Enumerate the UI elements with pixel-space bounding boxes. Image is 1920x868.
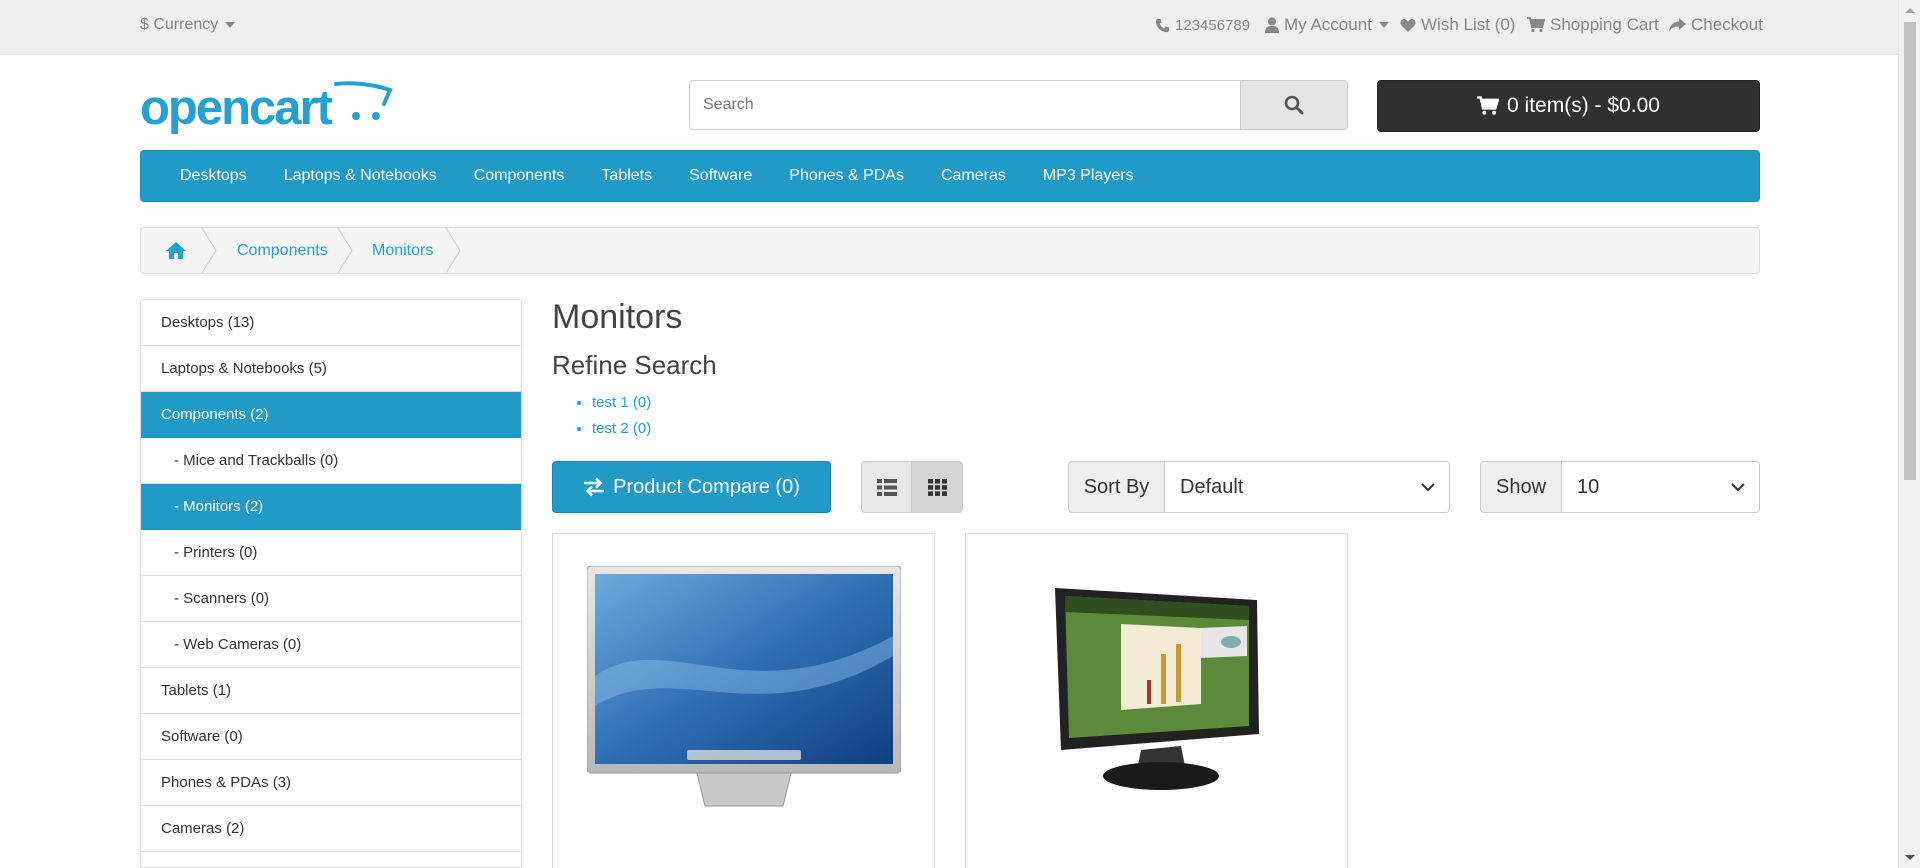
refine-search-title: Refine Search <box>552 350 717 380</box>
sidebar-item-monitors[interactable]: - Monitors (2) <box>141 484 521 530</box>
sidebar-item-laptops-notebooks[interactable]: Laptops & Notebooks (5) <box>141 346 521 392</box>
phone-number: 123456789 <box>1175 16 1251 34</box>
nav-item-laptops-notebooks[interactable]: Laptops & Notebooks <box>284 167 437 185</box>
refine-item: test 1 (0) <box>592 393 651 419</box>
refine-search-list: test 1 (0) test 2 (0) <box>592 393 651 445</box>
category-sidebar: Desktops (13) Laptops & Notebooks (5) Co… <box>140 299 522 868</box>
phone-icon <box>1155 18 1170 32</box>
sidebar-item-phones-pdas[interactable]: Phones & PDAs (3) <box>141 760 521 806</box>
shopping-cart-link[interactable]: Shopping Cart <box>1527 14 1659 36</box>
sort-by-select[interactable]: Default <box>1165 461 1450 513</box>
logo-cart-icon <box>334 81 393 120</box>
currency-dropdown[interactable]: $ Currency <box>140 14 236 36</box>
nav-item-tablets[interactable]: Tablets <box>601 167 652 185</box>
sidebar-item-scanners[interactable]: - Scanners (0) <box>141 576 521 622</box>
scroll-up-arrow-icon[interactable] <box>1905 8 1915 13</box>
sidebar-item-printers[interactable]: - Printers (0) <box>141 530 521 576</box>
search-input[interactable] <box>689 80 1240 130</box>
wish-list-link[interactable]: Wish List (0) <box>1400 14 1515 36</box>
product-compare-button[interactable]: Product Compare (0) <box>552 461 831 513</box>
my-account-label: My Account <box>1284 15 1372 34</box>
view-toggle <box>861 461 964 513</box>
nav-item-cameras[interactable]: Cameras <box>941 167 1006 185</box>
main-nav: Desktops Laptops & Notebooks Components … <box>140 150 1760 202</box>
top-bar: $ Currency 123456789 My Account Wish Lis… <box>0 0 1898 55</box>
exchange-icon <box>584 477 605 497</box>
sidebar-item-tablets[interactable]: Tablets (1) <box>141 668 521 714</box>
shopping-cart-label: Shopping Cart <box>1550 15 1659 34</box>
nav-item-desktops[interactable]: Desktops <box>180 167 247 185</box>
sidebar-item-software[interactable]: Software (0) <box>141 714 521 760</box>
sidebar-item-mice-trackballs[interactable]: - Mice and Trackballs (0) <box>141 438 521 484</box>
search-bar <box>689 80 1348 130</box>
currency-label: $ Currency <box>140 16 219 33</box>
sidebar-item-components[interactable]: Components (2) <box>141 392 521 438</box>
sort-by-label: Sort By <box>1068 461 1165 513</box>
breadcrumb-separator <box>337 228 353 273</box>
chevron-down-icon <box>1731 482 1745 491</box>
search-icon <box>1284 95 1304 115</box>
sidebar-item-desktops[interactable]: Desktops (13) <box>141 300 521 346</box>
checkout-label: Checkout <box>1691 15 1763 34</box>
cart-button[interactable]: 0 item(s) - $0.00 <box>1377 80 1760 132</box>
list-view-button[interactable] <box>861 461 912 513</box>
show-limit-value: 10 <box>1577 475 1600 498</box>
breadcrumb-components[interactable]: Components <box>237 228 328 273</box>
show-limit-group: Show 10 <box>1480 461 1760 513</box>
nav-item-software[interactable]: Software <box>689 167 752 185</box>
refine-item: test 2 (0) <box>592 419 651 445</box>
breadcrumb-separator <box>445 228 461 273</box>
breadcrumb: Components Monitors <box>140 227 1760 274</box>
user-icon <box>1265 17 1279 33</box>
product-compare-label: Product Compare (0) <box>613 475 800 498</box>
scrollbar[interactable] <box>1898 0 1920 868</box>
caret-down-icon <box>225 22 236 28</box>
sort-by-group: Sort By Default <box>1068 461 1450 513</box>
opencart-logo[interactable]: opencart <box>140 76 393 136</box>
show-limit-select[interactable]: 10 <box>1562 461 1760 513</box>
logo-text: opencart <box>140 81 333 135</box>
page-title: Monitors <box>552 298 683 336</box>
scroll-down-arrow-icon[interactable] <box>1905 855 1915 860</box>
heart-icon <box>1400 18 1416 32</box>
nav-item-components[interactable]: Components <box>474 167 565 185</box>
phone-link[interactable]: 123456789 <box>1155 14 1250 36</box>
product-card <box>965 533 1348 868</box>
checkout-link[interactable]: Checkout <box>1669 14 1763 36</box>
wish-list-label: Wish List (0) <box>1421 15 1516 34</box>
breadcrumb-home[interactable] <box>165 228 187 273</box>
shopping-cart-icon <box>1477 96 1500 115</box>
cart-button-label: 0 item(s) - $0.00 <box>1507 94 1660 117</box>
grid-icon <box>927 478 947 496</box>
share-icon <box>1669 17 1686 32</box>
refine-link-test-1[interactable]: test 1 (0) <box>592 394 651 411</box>
show-label: Show <box>1480 461 1562 513</box>
scroll-thumb[interactable] <box>1904 22 1916 480</box>
chevron-down-icon <box>1421 482 1435 491</box>
product-card <box>552 533 935 868</box>
list-icon <box>876 478 897 496</box>
nav-item-phones-pdas[interactable]: Phones & PDAs <box>789 167 904 185</box>
breadcrumb-monitors[interactable]: Monitors <box>372 228 433 273</box>
my-account-dropdown[interactable]: My Account <box>1265 14 1389 36</box>
breadcrumb-separator <box>201 228 217 273</box>
product-image-apple-cinema-display[interactable] <box>587 566 901 812</box>
sort-by-value: Default <box>1180 475 1244 498</box>
home-icon <box>166 242 186 259</box>
sidebar-item-cameras[interactable]: Cameras (2) <box>141 806 521 852</box>
grid-view-button[interactable] <box>912 461 963 513</box>
product-image-samsung-syncmaster[interactable] <box>1051 584 1266 794</box>
caret-down-icon <box>1378 22 1389 28</box>
sidebar-item-web-cameras[interactable]: - Web Cameras (0) <box>141 622 521 668</box>
search-button[interactable] <box>1240 80 1348 130</box>
shopping-cart-icon <box>1527 17 1545 33</box>
refine-link-test-2[interactable]: test 2 (0) <box>592 420 651 437</box>
nav-item-mp3-players[interactable]: MP3 Players <box>1043 167 1134 185</box>
